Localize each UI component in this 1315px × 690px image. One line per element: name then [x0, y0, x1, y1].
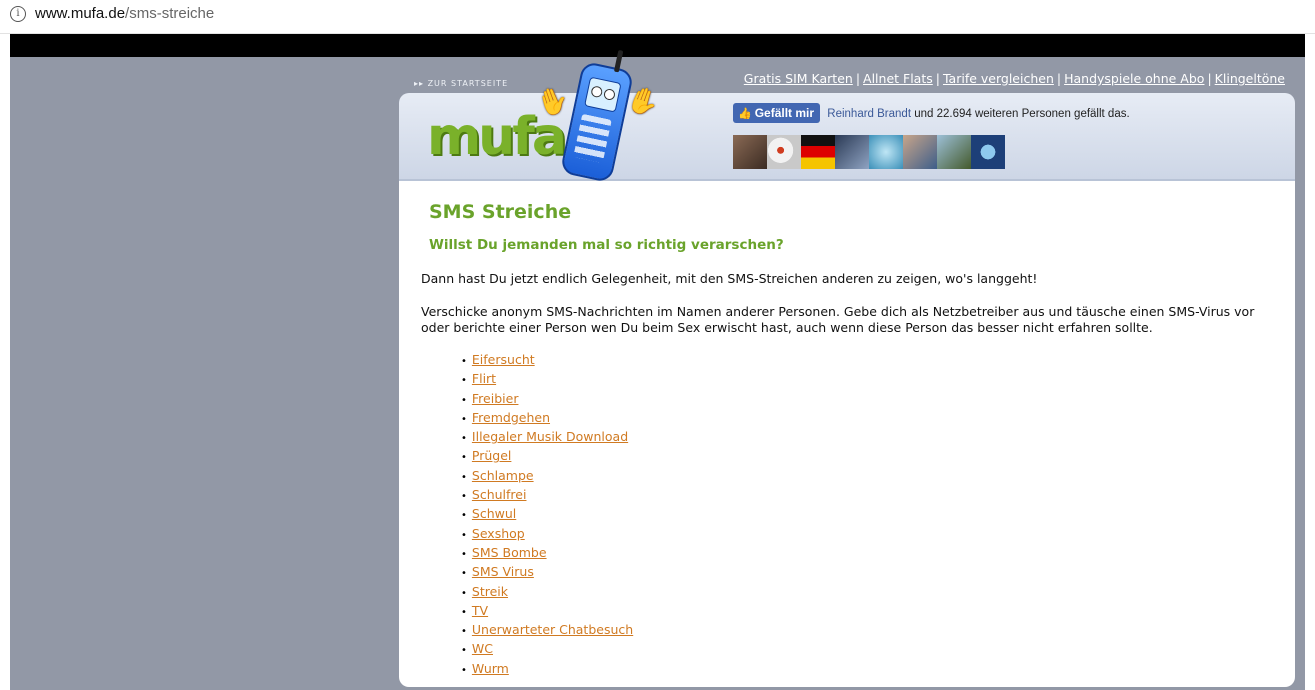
url-domain: www.mufa.de	[35, 5, 126, 22]
main-content: SMS Streiche Willst Du jemanden mal so r…	[399, 181, 1295, 687]
thumbs-up-icon: 👍	[738, 108, 752, 120]
top-navigation: Gratis SIM Karten | Allnet Flats | Tarife ve…	[744, 71, 1285, 86]
list-item: Prügel	[461, 447, 633, 466]
prank-link[interactable]: Illegaler Musik Download	[472, 429, 628, 444]
prank-link[interactable]: Freibier	[472, 391, 519, 406]
nav-link[interactable]: Gratis SIM Karten	[744, 71, 853, 86]
list-item: Fremdgehen	[461, 409, 633, 428]
nav-link[interactable]: Handyspiele ohne Abo	[1064, 71, 1204, 86]
info-icon[interactable]: i	[10, 6, 26, 22]
prank-link[interactable]: Fremdgehen	[472, 410, 550, 425]
list-item: Schulfrei	[461, 486, 633, 505]
avatar[interactable]	[835, 135, 869, 169]
top-links-area: ▸▸ ZUR STARTSEITE Gratis SIM Karten | Alln…	[408, 57, 1293, 93]
home-link[interactable]: ▸▸ ZUR STARTSEITE	[414, 79, 508, 88]
avatar[interactable]	[767, 135, 801, 169]
prank-link[interactable]: SMS Virus	[472, 564, 534, 579]
avatar[interactable]	[937, 135, 971, 169]
prank-link[interactable]: Schulfrei	[472, 487, 527, 502]
phone-keypad	[573, 113, 612, 164]
nav-separator: |	[855, 71, 861, 86]
list-item: Sexshop	[461, 525, 633, 544]
prank-link[interactable]: Schwul	[472, 506, 516, 521]
facebook-avatars	[733, 135, 1005, 169]
like-label: Gefällt mir	[754, 106, 815, 120]
list-item: Streik	[461, 583, 633, 602]
page-subtitle: Willst Du jemanden mal so richtig verars…	[429, 237, 784, 253]
page-background: ▸▸ ZUR STARTSEITE Gratis SIM Karten | Alln…	[10, 49, 1305, 690]
avatar[interactable]	[971, 135, 1005, 169]
prank-link[interactable]: SMS Bombe	[472, 545, 547, 560]
list-item: Freibier	[461, 390, 633, 409]
prank-link[interactable]: Wurm	[472, 661, 509, 676]
list-item: SMS Bombe	[461, 544, 633, 563]
nav-link[interactable]: Tarife vergleichen	[943, 71, 1054, 86]
list-item: Wurm	[461, 660, 633, 679]
prank-link[interactable]: Eifersucht	[472, 352, 535, 367]
prank-link[interactable]: Flirt	[472, 371, 496, 386]
prank-link[interactable]: Sexshop	[472, 526, 525, 541]
top-black-bar	[10, 34, 1305, 57]
description-text: Verschicke anonym SMS-Nachrichten im Nam…	[421, 304, 1255, 335]
browser-address-bar[interactable]: i www.mufa.de/sms-streiche	[0, 0, 1315, 34]
prank-link-list: Eifersucht Flirt Freibier Fremdgehen Illegal…	[461, 351, 633, 679]
facebook-like-button[interactable]: 👍 Gefällt mir	[733, 103, 821, 123]
nav-link[interactable]: Allnet Flats	[863, 71, 933, 86]
url-path: /sms-streiche	[125, 5, 215, 22]
prank-link[interactable]: Prügel	[472, 448, 511, 463]
prank-link[interactable]: Unerwarteter Chatbesuch	[472, 622, 633, 637]
eye-icon	[602, 87, 617, 102]
prank-link[interactable]: WC	[472, 641, 493, 656]
list-item: TV	[461, 602, 633, 621]
intro-text: Dann hast Du jetzt endlich Gelegenheit, …	[421, 271, 1038, 286]
phone-screen	[584, 76, 622, 113]
list-item: Unerwarteter Chatbesuch	[461, 621, 633, 640]
list-item: Schwul	[461, 505, 633, 524]
list-item: Flirt	[461, 370, 633, 389]
list-item: WC	[461, 640, 633, 659]
avatar[interactable]	[801, 135, 835, 169]
avatar[interactable]	[869, 135, 903, 169]
nav-link[interactable]: Klingeltöne	[1215, 71, 1285, 86]
facebook-like-widget: 👍 Gefällt mir Reinhard Brandt und 22.694 …	[733, 103, 1130, 123]
list-item: Eifersucht	[461, 351, 633, 370]
nav-separator: |	[935, 71, 940, 86]
list-item: Schlampe	[461, 467, 633, 486]
nav-separator: |	[1056, 71, 1062, 86]
avatar[interactable]	[903, 135, 937, 169]
list-item: SMS Virus	[461, 563, 633, 582]
nav-separator: |	[1207, 71, 1212, 86]
list-item: Illegaler Musik Download	[461, 428, 633, 447]
prank-link[interactable]: TV	[472, 603, 488, 618]
avatar[interactable]	[733, 135, 767, 169]
prank-link[interactable]: Streik	[472, 584, 508, 599]
site-header: mufa ✋ ✋ 👍 Gefällt mir Reinhard Brandt un…	[399, 49, 1295, 184]
page-title: SMS Streiche	[429, 201, 572, 223]
facebook-like-count-text: und 22.694 weiteren Personen gefällt das…	[911, 108, 1130, 120]
prank-link[interactable]: Schlampe	[472, 468, 534, 483]
eye-icon	[590, 85, 604, 99]
facebook-friend-name[interactable]: Reinhard Brandt	[827, 108, 911, 120]
url-text[interactable]: www.mufa.de/sms-streiche	[35, 5, 214, 22]
